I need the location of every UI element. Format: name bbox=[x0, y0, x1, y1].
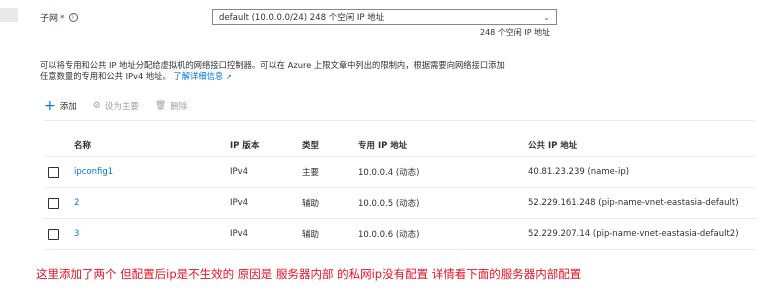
set-primary-button[interactable]: ⚙ 设为主要 bbox=[93, 100, 139, 112]
trash-icon: 🗑 bbox=[154, 101, 167, 111]
row-name-link[interactable]: ipconfig1 bbox=[74, 157, 113, 187]
row-checkbox[interactable] bbox=[48, 197, 59, 209]
header-name[interactable]: 名称 bbox=[74, 133, 91, 156]
description-line-2: 任意数量的专用和公共 IPv4 地址。 bbox=[40, 71, 171, 81]
row-name-link[interactable]: 3 bbox=[74, 219, 79, 249]
header-public-ip[interactable]: 公共 IP 地址 bbox=[528, 133, 577, 156]
row-checkbox[interactable] bbox=[48, 228, 59, 240]
table-header-row: 名称 IP 版本 类型 专用 IP 地址 公共 IP 地址 bbox=[44, 133, 756, 157]
external-link-icon: ↗ bbox=[225, 73, 232, 81]
row-private-ip: 10.0.0.5 (动态) bbox=[358, 199, 420, 209]
row-type: 辅助 bbox=[302, 230, 320, 240]
table-row: 2 IPv4 辅助 10.0.0.5 (动态) 52.229.161.248 (… bbox=[44, 188, 756, 219]
row-public-ip: 40.81.23.239 (name-ip) bbox=[528, 167, 630, 177]
plus-icon: + bbox=[44, 98, 56, 114]
ip-config-table: 名称 IP 版本 类型 专用 IP 地址 公共 IP 地址 ipconfig1 … bbox=[44, 133, 756, 250]
required-mark: * bbox=[60, 14, 65, 24]
row-public-ip: 52.229.161.248 (pip-name-vnet-eastasia-d… bbox=[528, 198, 739, 208]
add-button[interactable]: + 添加 bbox=[44, 98, 77, 114]
delete-button[interactable]: 🗑 删除 bbox=[155, 100, 187, 112]
table-row: 3 IPv4 辅助 10.0.0.6 (动态) 52.229.207.14 (p… bbox=[44, 219, 756, 250]
info-icon[interactable]: i bbox=[68, 13, 78, 22]
header-type[interactable]: 类型 bbox=[302, 133, 319, 156]
description-line-1: 可以将专用和公共 IP 地址分配给虚拟机的网络接口控制器。可以在 Azure 上… bbox=[40, 60, 505, 70]
header-private-ip[interactable]: 专用 IP 地址 bbox=[358, 133, 407, 156]
subnet-dropdown[interactable]: default (10.0.0.0/24) 248 个空闲 IP 地址 ⌄ bbox=[212, 9, 557, 25]
toolbar-divider bbox=[44, 120, 755, 121]
row-ip-version: IPv4 bbox=[230, 167, 249, 177]
row-type: 主要 bbox=[302, 168, 320, 178]
gear-icon: ⚙ bbox=[92, 101, 101, 111]
left-panel-edge bbox=[0, 8, 18, 22]
subnet-free-ip-text: 248 个空闲 IP 地址 bbox=[480, 28, 551, 37]
row-type: 辅助 bbox=[302, 199, 320, 209]
row-private-ip: 10.0.0.4 (动态) bbox=[358, 168, 420, 178]
row-checkbox[interactable] bbox=[48, 166, 59, 178]
subnet-label-row: 子网 * i bbox=[40, 11, 78, 24]
row-public-ip: 52.229.207.14 (pip-name-vnet-eastasia-de… bbox=[528, 229, 739, 239]
row-ip-version: IPv4 bbox=[230, 198, 249, 208]
learn-more-link[interactable]: 了解详细信息 ↗ bbox=[173, 71, 231, 81]
row-name-link[interactable]: 2 bbox=[74, 188, 79, 218]
subnet-dropdown-value: default (10.0.0.0/24) 248 个空闲 IP 地址 bbox=[219, 13, 385, 23]
description-text: 可以将专用和公共 IP 地址分配给虚拟机的网络接口控制器。可以在 Azure 上… bbox=[40, 60, 580, 83]
table-row: ipconfig1 IPv4 主要 10.0.0.4 (动态) 40.81.23… bbox=[44, 157, 756, 188]
chevron-down-icon: ⌄ bbox=[543, 12, 550, 22]
subnet-label: 子网 * bbox=[40, 14, 65, 24]
row-ip-version: IPv4 bbox=[230, 229, 249, 239]
header-ip-version[interactable]: IP 版本 bbox=[230, 133, 259, 156]
annotation-note: 这里添加了两个 但配置后ip是不生效的 原因是 服务器内部 的私网ip没有配置 … bbox=[36, 267, 582, 281]
row-private-ip: 10.0.0.6 (动态) bbox=[358, 230, 420, 240]
toolbar: + 添加 ⚙ 设为主要 🗑 删除 bbox=[44, 98, 187, 114]
